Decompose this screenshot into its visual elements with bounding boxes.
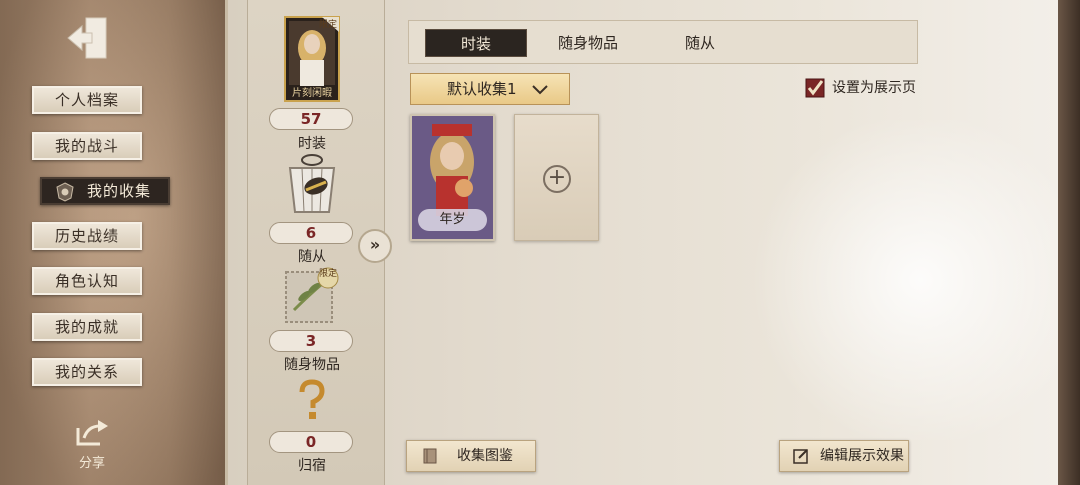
checkbox-checked-icon[interactable] (804, 77, 826, 99)
destination-label: 归宿 (298, 458, 326, 474)
sidebar-item-profile[interactable]: 个人档案 (32, 86, 142, 114)
sidebar-item-collection[interactable]: 我的收集 (40, 177, 170, 205)
pet-cage-icon[interactable] (282, 152, 342, 218)
costume-card-caption: 年岁 (418, 209, 487, 231)
costume-card[interactable]: 年岁 (410, 114, 495, 241)
showcase-label: 设置为展示页 (832, 80, 916, 96)
portrait-caption: 片刻闲暇 (292, 88, 332, 99)
sidebar-item-label: 角色认知 (54, 272, 119, 290)
sidebar-item-label: 我的收集 (86, 182, 151, 200)
sidebar-item-character-knowledge[interactable]: 角色认知 (32, 267, 142, 295)
unknown-question-icon[interactable] (294, 378, 330, 422)
sidebar-item-label: 我的关系 (54, 363, 119, 381)
add-costume-slot[interactable]: + (514, 114, 599, 241)
sidebar-item-battles[interactable]: 我的战斗 (32, 132, 142, 160)
pet-count: 6 (269, 222, 353, 244)
costume-count: 57 (269, 108, 353, 130)
set-as-showcase-toggle[interactable]: 设置为展示页 (804, 77, 916, 99)
accessory-count: 3 (269, 330, 353, 352)
tab-costume[interactable]: 时装 (425, 29, 527, 57)
plus-icon: + (543, 165, 571, 193)
left-nav-panel: 个人档案 我的战斗 我的收集 历史战绩 角色认知 我的成就 我的关系 分享 (0, 0, 225, 485)
shield-badge-icon (56, 182, 74, 202)
sidebar-item-relationships[interactable]: 我的关系 (32, 358, 142, 386)
tab-pets[interactable]: 随从 (649, 29, 751, 57)
sidebar-item-label: 个人档案 (54, 91, 119, 109)
edit-display-label: 编辑展示效果 (820, 448, 904, 464)
sidebar-item-history[interactable]: 历史战绩 (32, 222, 142, 250)
exit-door-icon[interactable] (64, 14, 112, 62)
costume-label: 时装 (298, 136, 326, 152)
collection-guide-label: 收集图鉴 (457, 448, 513, 464)
share-button[interactable]: 分享 (70, 418, 114, 471)
panel-right-edge (1058, 0, 1080, 485)
accessory-label: 随身物品 (284, 357, 340, 373)
collection-set-dropdown[interactable]: 默认收集1 (410, 73, 570, 105)
tab-accessories[interactable]: 随身物品 (537, 29, 639, 57)
sidebar-item-label: 我的成就 (54, 318, 119, 336)
collection-tabs: 时装 随身物品 随从 (408, 20, 918, 64)
dropdown-selected-value: 默认收集1 (447, 80, 517, 98)
sidebar-item-achievements[interactable]: 我的成就 (32, 313, 142, 341)
edit-display-button[interactable]: 编辑展示效果 (779, 440, 909, 472)
pet-label: 随从 (298, 249, 326, 265)
limited-badge: 限定 (318, 20, 337, 30)
book-icon (423, 448, 437, 464)
sidebar-item-label: 历史战绩 (54, 227, 119, 245)
expand-chevron-button[interactable]: » (358, 229, 392, 263)
sidebar-item-label: 我的战斗 (54, 137, 119, 155)
edit-icon (793, 449, 808, 464)
limited-badge: 限定 (318, 269, 337, 279)
collection-guide-button[interactable]: 收集图鉴 (406, 440, 536, 472)
share-icon (76, 420, 108, 446)
chevron-down-icon (532, 85, 548, 95)
share-label: 分享 (78, 456, 105, 471)
destination-count: 0 (269, 431, 353, 453)
